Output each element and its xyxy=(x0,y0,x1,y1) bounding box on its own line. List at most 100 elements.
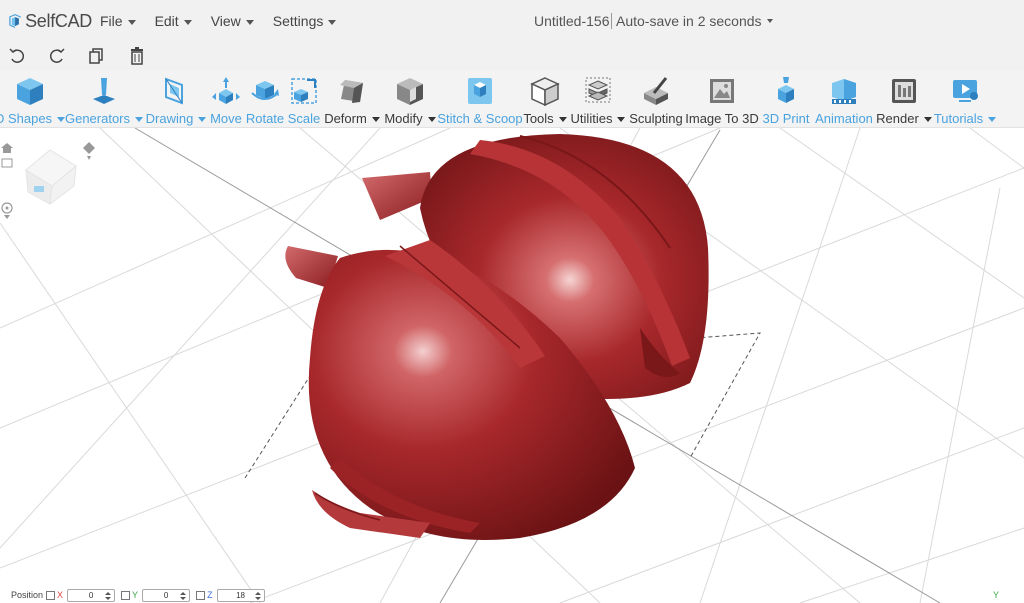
perspective-toggle-icon[interactable] xyxy=(1,202,13,219)
tool-modify[interactable]: Modify xyxy=(381,70,439,128)
stepper-icon[interactable] xyxy=(180,591,187,600)
tool-label: D Shapes xyxy=(0,111,66,126)
modify-icon xyxy=(397,78,423,105)
menu-view-label: View xyxy=(210,13,241,29)
stepper-icon[interactable] xyxy=(105,591,112,600)
cube-icon xyxy=(17,78,43,105)
sculpting-icon xyxy=(644,77,668,105)
undo-icon[interactable] xyxy=(7,46,27,66)
selfcad-logo-icon xyxy=(9,13,21,29)
tool-move[interactable]: Move xyxy=(207,70,245,128)
tool-deform[interactable]: Deform xyxy=(323,70,381,128)
tool-scale[interactable]: Scale xyxy=(285,70,323,128)
menu-file-label: File xyxy=(100,13,123,29)
tool-stitch-scoop[interactable]: Stitch & Scoop xyxy=(437,70,523,128)
move-icon xyxy=(212,77,240,104)
tool-tools[interactable]: Tools xyxy=(521,70,569,128)
stepper-icon[interactable] xyxy=(254,591,261,600)
y-axis-label: Y xyxy=(132,590,139,600)
menu-edit[interactable]: Edit xyxy=(155,13,192,29)
animation-icon xyxy=(832,79,856,104)
corner-axis-indicator: Y xyxy=(993,590,1000,600)
home-icon[interactable] xyxy=(1,143,13,153)
tool-label: Utilities xyxy=(571,111,626,126)
chevron-down-icon xyxy=(183,19,192,25)
x-axis-label: X xyxy=(57,590,64,600)
scale-icon xyxy=(291,78,317,104)
chevron-down-icon xyxy=(135,117,144,122)
tool-label: Move xyxy=(210,111,242,126)
tool-label: Scale xyxy=(287,111,321,126)
position-y-input[interactable]: 0 xyxy=(142,588,191,602)
3d-viewport[interactable] xyxy=(0,128,1024,603)
tool-label: Tutorials xyxy=(934,111,997,126)
lock-x-checkbox[interactable] xyxy=(46,590,56,600)
z-axis-label: Z xyxy=(207,590,213,600)
quick-action-bar xyxy=(0,42,1024,70)
tool-tutorials[interactable]: Tutorials xyxy=(933,70,997,128)
position-x-value: 0 xyxy=(88,590,94,600)
tools-icon xyxy=(530,77,560,107)
navigation-cube[interactable] xyxy=(25,149,77,206)
copy-icon[interactable] xyxy=(87,46,107,66)
3d-print-icon xyxy=(778,77,794,103)
autosave-label: Auto-save in 2 seconds xyxy=(616,13,762,29)
chevron-down-icon xyxy=(371,117,380,122)
tool-3d-shapes[interactable]: D Shapes xyxy=(0,70,70,128)
tool-drawing[interactable]: Drawing xyxy=(145,70,207,128)
utilities-icon xyxy=(585,77,611,103)
chevron-down-icon xyxy=(558,117,567,122)
tool-label: Render xyxy=(876,111,932,126)
app-name: SelfCAD xyxy=(25,10,92,31)
menu-settings[interactable]: Settings xyxy=(273,13,337,29)
chevron-down-icon xyxy=(766,19,773,23)
scene-canvas[interactable] xyxy=(0,128,1024,603)
menu-view[interactable]: View xyxy=(211,13,254,29)
redo-icon[interactable] xyxy=(47,46,67,66)
tool-image-to-3d[interactable]: Image To 3D xyxy=(685,70,759,128)
deform-icon xyxy=(340,80,363,103)
tool-generators[interactable]: Generators xyxy=(65,70,144,128)
chevron-down-icon xyxy=(127,19,136,25)
position-z-input[interactable]: 18 xyxy=(216,588,265,602)
fit-view-icon[interactable] xyxy=(1,158,13,168)
chevron-down-icon xyxy=(988,117,997,122)
menubar: SelfCAD File Edit View Settings Untitled… xyxy=(0,0,1024,42)
position-x-input[interactable]: 0 xyxy=(67,588,116,602)
selfcad-logo[interactable]: SelfCAD xyxy=(8,9,92,33)
tool-render[interactable]: Render xyxy=(875,70,933,128)
drawing-icon xyxy=(165,77,183,105)
tutorials-icon xyxy=(953,80,978,102)
rotate-icon xyxy=(251,81,279,100)
menu-edit-label: Edit xyxy=(154,13,179,29)
chevron-down-icon xyxy=(427,117,436,122)
tool-utilities[interactable]: Utilities xyxy=(569,70,627,128)
chevron-down-icon xyxy=(328,19,337,25)
stitch-scoop-icon xyxy=(468,78,492,104)
tool-label: Animation xyxy=(815,111,873,126)
light-icon[interactable] xyxy=(83,142,95,160)
tool-label: Sculpting xyxy=(629,111,683,126)
tool-label: Drawing xyxy=(146,111,207,126)
lock-z-checkbox[interactable] xyxy=(196,590,206,600)
document-title[interactable]: Untitled-156 xyxy=(534,13,610,29)
tool-label: Modify xyxy=(384,111,436,126)
tool-3d-print[interactable]: 3D Print xyxy=(761,70,811,128)
generator-icon xyxy=(93,78,115,104)
tool-animation[interactable]: Animation xyxy=(813,70,875,128)
tool-label: Tools xyxy=(523,111,567,126)
trash-icon[interactable] xyxy=(127,46,147,66)
tool-label: Deform xyxy=(324,111,380,126)
tool-label: Stitch & Scoop xyxy=(437,111,523,126)
tool-label: Generators xyxy=(65,111,144,126)
lock-y-checkbox[interactable] xyxy=(121,590,131,600)
tool-label: Image To 3D xyxy=(685,111,759,126)
menu-file[interactable]: File xyxy=(100,13,136,29)
tool-rotate[interactable]: Rotate xyxy=(245,70,285,128)
position-bar: Position X 0 Y 0 Z 18 xyxy=(0,587,320,603)
tool-sculpting[interactable]: Sculpting xyxy=(627,70,685,128)
chevron-down-icon xyxy=(923,117,932,122)
autosave-status[interactable]: Auto-save in 2 seconds xyxy=(611,13,773,29)
menu-settings-label: Settings xyxy=(272,13,324,29)
tool-ribbon: D Shapes Generators Drawing Move Rotate … xyxy=(0,70,1024,128)
